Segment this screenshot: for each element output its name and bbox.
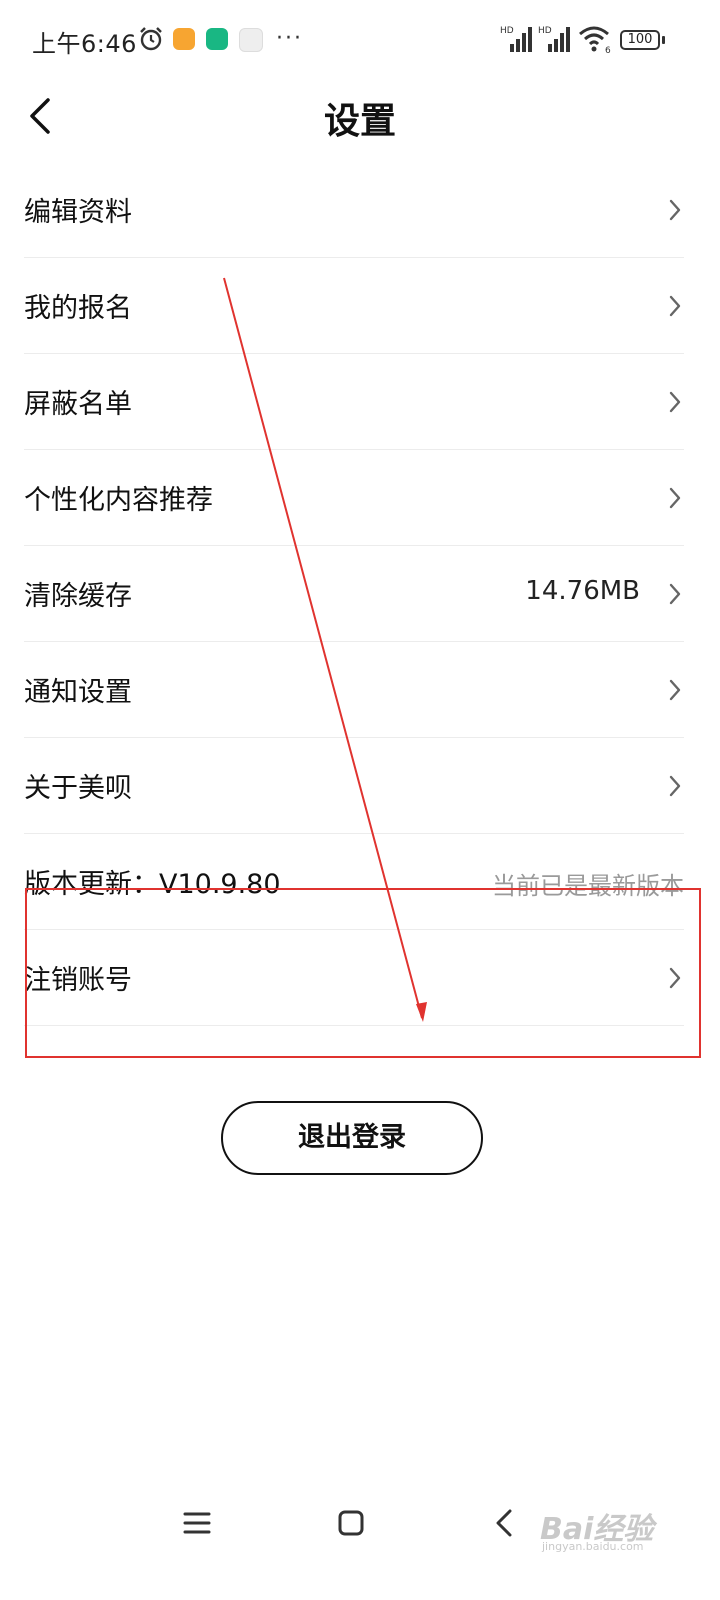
- settings-item-label: 我的报名: [24, 293, 132, 324]
- chevron-right-icon: [669, 679, 681, 701]
- status-bar: 上午6:46 ··· HD HD 6 100: [0, 0, 720, 80]
- chevron-right-icon: [669, 583, 681, 605]
- page-title: 设置: [323, 101, 396, 142]
- chevron-right-icon: [669, 487, 681, 509]
- settings-item-label: 关于美呗: [24, 773, 132, 804]
- settings-item-my-registrations[interactable]: 我的报名: [24, 258, 684, 354]
- wifi-icon: 6: [579, 26, 611, 54]
- security-app-icon: [206, 28, 228, 50]
- home-icon[interactable]: [336, 1508, 366, 1538]
- version-status: 当前已是最新版本: [492, 872, 684, 900]
- chevron-right-icon: [669, 199, 681, 221]
- logout-button[interactable]: 退出登录: [221, 1101, 483, 1175]
- cell-signal-icon: HD: [538, 26, 570, 52]
- chevron-right-icon: [669, 967, 681, 989]
- chevron-right-icon: [669, 391, 681, 413]
- status-time: 上午6:46: [32, 30, 137, 58]
- settings-item-label: 注销账号: [24, 965, 132, 996]
- settings-item-about[interactable]: 关于美呗: [24, 738, 684, 834]
- sync-app-icon: [239, 28, 263, 52]
- signal2-label: HD: [538, 26, 552, 36]
- alarm-icon: [140, 27, 162, 51]
- settings-item-personalized-content[interactable]: 个性化内容推荐: [24, 450, 684, 546]
- settings-item-label: 清除缓存: [24, 581, 132, 612]
- settings-item-clear-cache[interactable]: 清除缓存 14.76MB: [24, 546, 684, 642]
- settings-item-label: 通知设置: [24, 677, 132, 708]
- more-notifications-icon: ···: [276, 26, 303, 51]
- settings-item-block-list[interactable]: 屏蔽名单: [24, 354, 684, 450]
- settings-item-label: 屏蔽名单: [24, 389, 132, 420]
- notes-app-icon: [173, 28, 195, 50]
- settings-item-label: 编辑资料: [24, 197, 132, 228]
- wifi-label: 6: [605, 46, 611, 54]
- version-label: 版本更新：V10.9.80: [24, 869, 281, 900]
- settings-item-notifications[interactable]: 通知设置: [24, 642, 684, 738]
- header: 设置: [0, 80, 720, 160]
- settings-item-version-update[interactable]: 版本更新：V10.9.80 当前已是最新版本: [24, 834, 684, 930]
- menu-icon[interactable]: [182, 1508, 212, 1538]
- cell-signal-icon: HD: [500, 26, 532, 52]
- settings-item-edit-profile[interactable]: 编辑资料: [24, 162, 684, 258]
- settings-item-label: 个性化内容推荐: [24, 485, 213, 516]
- chevron-right-icon: [669, 775, 681, 797]
- settings-list: 编辑资料 我的报名 屏蔽名单 个性化内容推荐 清除缓存 14.76MB 通知设置…: [24, 162, 684, 1026]
- back-icon[interactable]: [490, 1508, 520, 1538]
- battery-tip: [662, 36, 665, 44]
- battery-indicator: 100: [620, 30, 660, 50]
- cache-size: 14.76MB: [525, 576, 640, 606]
- chevron-right-icon: [669, 295, 681, 317]
- settings-item-delete-account[interactable]: 注销账号: [24, 930, 684, 1026]
- system-nav-bar: [0, 1490, 720, 1560]
- signal1-label: HD: [500, 26, 514, 36]
